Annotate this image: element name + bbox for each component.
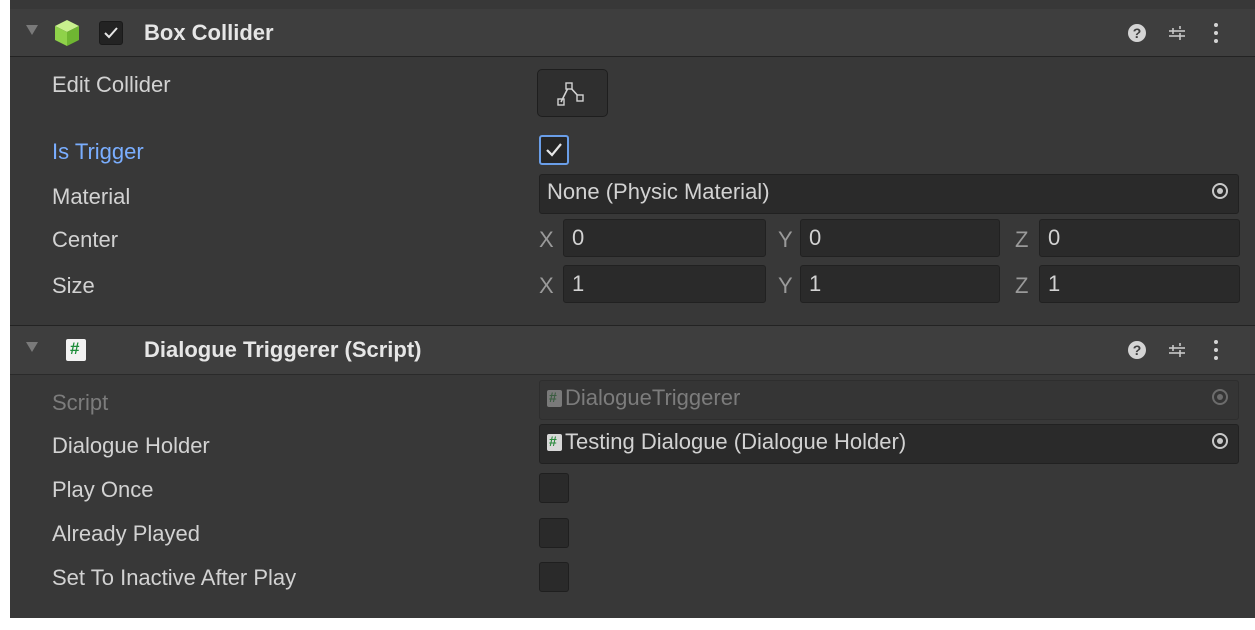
center-x-value: 0	[572, 225, 585, 250]
dialogue-holder-value: Testing Dialogue (Dialogue Holder)	[565, 429, 907, 454]
center-y-value: 0	[809, 225, 822, 250]
center-y-field[interactable]: 0	[800, 219, 1000, 257]
script-value: DialogueTriggerer	[565, 385, 741, 410]
page-background-strip	[0, 618, 1255, 630]
material-field[interactable]: None (Physic Material)	[539, 174, 1239, 214]
dialogue-holder-label: Dialogue Holder	[52, 433, 210, 458]
component-title: Dialogue Triggerer (Script)	[144, 337, 422, 362]
dialogue-holder-field[interactable]: Testing Dialogue (Dialogue Holder)	[539, 424, 1239, 464]
size-x-field[interactable]: 1	[563, 265, 766, 303]
component-title: Box Collider	[144, 20, 274, 45]
center-z-field[interactable]: 0	[1039, 219, 1240, 257]
script-file-icon	[547, 389, 562, 407]
play-once-checkbox[interactable]	[539, 473, 569, 503]
edit-collider-button[interactable]	[537, 69, 608, 117]
help-icon[interactable]: ?	[1128, 341, 1146, 359]
center-label: Center	[52, 227, 119, 252]
is-trigger-label: Is Trigger	[52, 139, 144, 164]
script-file-icon	[547, 433, 562, 451]
set-inactive-checkbox[interactable]	[539, 562, 569, 592]
component-enabled-checkbox[interactable]	[99, 21, 123, 45]
center-y-axis-label[interactable]: Y	[778, 227, 793, 253]
preset-icon[interactable]	[1168, 24, 1186, 42]
center-z-value: 0	[1048, 225, 1061, 250]
kebab-menu-icon[interactable]	[1213, 23, 1219, 43]
script-icon: #	[66, 339, 86, 361]
material-value: None (Physic Material)	[547, 179, 770, 204]
size-z-axis-label[interactable]: Z	[1015, 273, 1028, 299]
box-collider-cube-icon	[55, 20, 79, 46]
edit-collider-label: Edit Collider	[52, 72, 171, 97]
checkmark-icon	[546, 143, 562, 157]
help-icon[interactable]: ?	[1128, 24, 1146, 42]
size-x-axis-label[interactable]: X	[539, 273, 554, 299]
preset-icon[interactable]	[1168, 341, 1186, 359]
already-played-checkbox[interactable]	[539, 518, 569, 548]
box-collider-header[interactable]: Box Collider ?	[10, 9, 1255, 57]
material-label: Material	[52, 184, 131, 209]
edit-collider-icon	[557, 82, 584, 106]
size-x-value: 1	[572, 271, 585, 296]
object-picker-icon[interactable]	[1212, 433, 1228, 449]
size-y-value: 1	[809, 271, 822, 296]
size-y-field[interactable]: 1	[800, 265, 1000, 303]
foldout-arrow-icon[interactable]	[26, 25, 38, 35]
dialogue-triggerer-header[interactable]: # Dialogue Triggerer (Script) ?	[10, 325, 1255, 375]
size-y-axis-label[interactable]: Y	[778, 273, 793, 299]
object-picker-icon	[1212, 389, 1228, 405]
center-x-field[interactable]: 0	[563, 219, 766, 257]
size-label: Size	[52, 273, 95, 298]
kebab-menu-icon[interactable]	[1213, 340, 1219, 360]
set-inactive-label: Set To Inactive After Play	[52, 565, 297, 590]
center-z-axis-label[interactable]: Z	[1015, 227, 1028, 253]
size-z-field[interactable]: 1	[1039, 265, 1240, 303]
object-picker-icon[interactable]	[1212, 183, 1228, 199]
script-field[interactable]: DialogueTriggerer	[539, 380, 1239, 420]
inspector-panel: Box Collider ? Edit Collider Is Trigger …	[10, 0, 1255, 630]
center-x-axis-label[interactable]: X	[539, 227, 554, 253]
checkmark-icon	[104, 27, 118, 39]
is-trigger-checkbox[interactable]	[539, 135, 569, 165]
play-once-label: Play Once	[52, 477, 154, 502]
script-label: Script	[52, 390, 109, 415]
foldout-arrow-icon[interactable]	[26, 342, 38, 352]
size-z-value: 1	[1048, 271, 1061, 296]
already-played-label: Already Played	[52, 521, 200, 546]
